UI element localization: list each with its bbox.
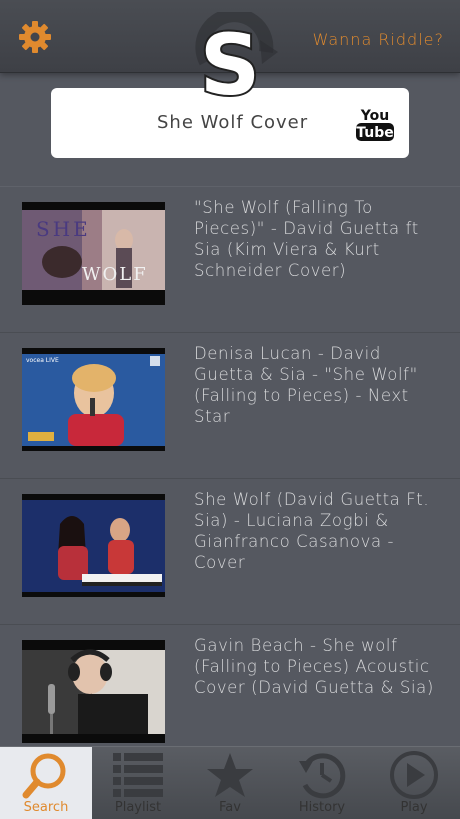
video-thumbnail	[22, 494, 165, 597]
list-item[interactable]: SHE WOLF "She Wolf (Falling To Pieces)" …	[0, 186, 460, 332]
tab-history[interactable]: History	[276, 747, 368, 819]
video-title: Denisa Lucan - David Guetta & Sia - "She…	[194, 344, 418, 426]
app-logo: S	[176, 8, 286, 116]
tab-fav[interactable]: Fav	[184, 747, 276, 819]
tab-label: Play	[400, 800, 428, 815]
tab-label: History	[298, 800, 346, 815]
video-title: She Wolf (David Guetta Ft. Sia) - Lucian…	[194, 490, 430, 572]
history-icon	[299, 753, 346, 799]
play-icon	[390, 751, 438, 799]
wanna-riddle-link[interactable]: Wanna Riddle?	[313, 30, 444, 49]
video-thumbnail	[22, 640, 165, 743]
svg-text:vocea LIVE: vocea LIVE	[26, 357, 59, 364]
results-list: SHE WOLF "She Wolf (Falling To Pieces)" …	[0, 186, 460, 770]
list-item[interactable]: She Wolf (David Guetta Ft. Sia) - Lucian…	[0, 478, 460, 624]
star-icon	[207, 753, 253, 797]
tab-search[interactable]: Search	[0, 747, 92, 819]
tab-label: Playlist	[114, 800, 162, 815]
video-thumbnail: SHE WOLF	[22, 202, 165, 305]
svg-text:You: You	[360, 108, 389, 124]
video-thumbnail: vocea LIVE	[22, 348, 165, 451]
video-title: Gavin Beach - She wolf (Falling to Piece…	[194, 636, 434, 697]
video-title: "She Wolf (Falling To Pieces)" - David G…	[194, 198, 419, 280]
list-item[interactable]: vocea LIVE Denisa Lucan - David Guetta &…	[0, 332, 460, 478]
search-query[interactable]: She Wolf Cover	[157, 112, 308, 133]
svg-text:SHE: SHE	[36, 217, 91, 241]
tab-bar: Search Playlist Fav History Play	[0, 746, 460, 819]
svg-text:WOLF: WOLF	[82, 264, 148, 285]
svg-text:Tube: Tube	[356, 125, 394, 141]
tab-label: Fav	[219, 800, 241, 815]
gear-icon[interactable]	[18, 20, 52, 54]
tab-playlist[interactable]: Playlist	[92, 747, 184, 819]
playlist-icon	[113, 753, 163, 797]
search-icon	[22, 753, 66, 799]
youtube-icon: You Tube	[356, 108, 394, 141]
tab-label: Search	[23, 800, 69, 815]
logo-letter: S	[200, 16, 261, 112]
tab-play[interactable]: Play	[368, 747, 460, 819]
